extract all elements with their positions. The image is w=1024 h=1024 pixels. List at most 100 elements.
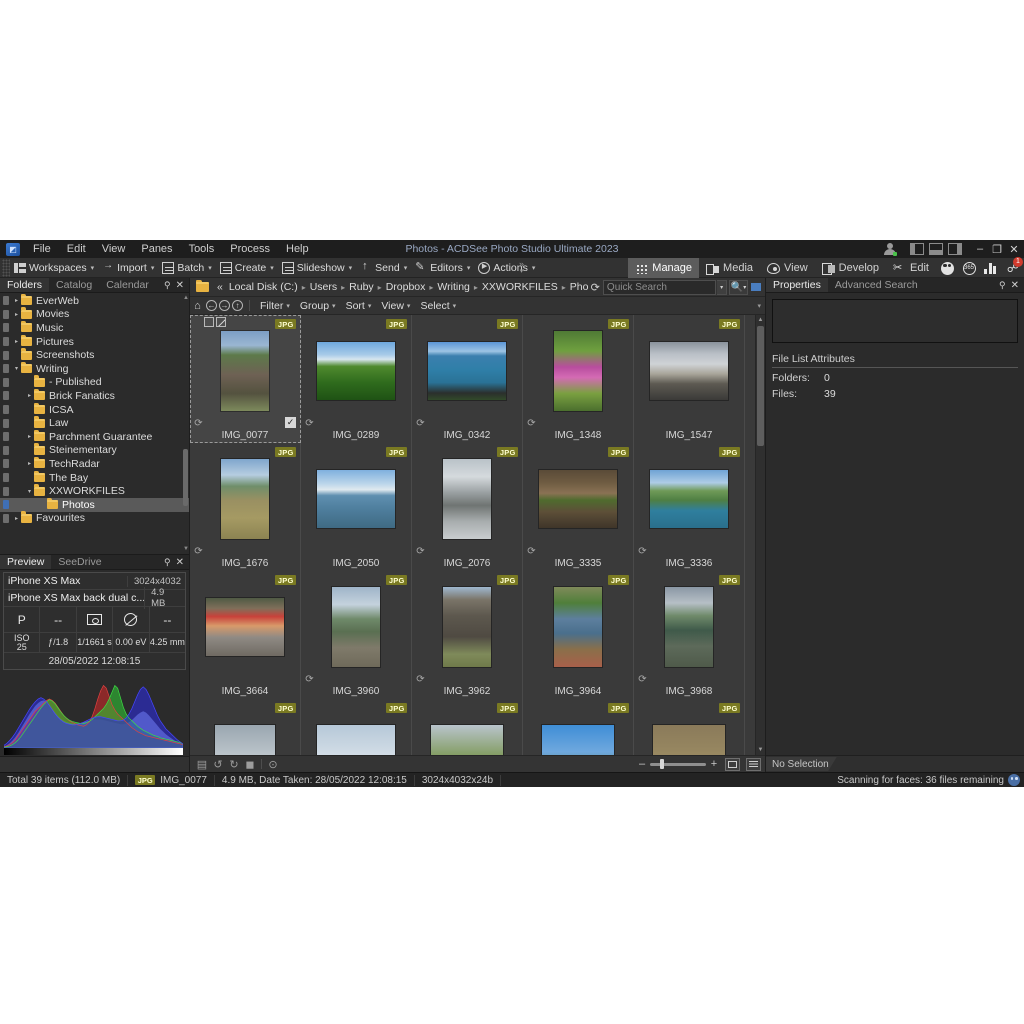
chevron-right-icon[interactable]: ▸ (12, 297, 21, 304)
pane-tab-preview[interactable]: Preview (0, 555, 52, 569)
tree-item-photos[interactable]: Photos (0, 497, 189, 512)
pane-tab-advanced-search[interactable]: Advanced Search (828, 278, 925, 292)
people-icon[interactable] (936, 258, 958, 278)
toolbar-editors-button[interactable]: Editors ▾ (411, 260, 474, 275)
menu-tools[interactable]: Tools (181, 242, 223, 256)
tree-checkbox[interactable] (0, 432, 12, 442)
thumbnail-IMG_3964[interactable]: JPG IMG_3964 (523, 571, 634, 699)
tab-manage[interactable]: Manage (628, 258, 700, 278)
tree-item-techradar[interactable]: ▸ TechRadar (0, 456, 189, 471)
menu-file[interactable]: File (25, 242, 59, 256)
menu-process[interactable]: Process (222, 242, 278, 256)
tree-checkbox[interactable] (0, 445, 12, 455)
tree-scrollbar[interactable]: ▲ ▼ (183, 295, 189, 552)
tree-item-movies[interactable]: ▸ Movies (0, 307, 189, 322)
tree-item-law[interactable]: Law (0, 416, 189, 430)
thumbnail-partial-0[interactable]: JPG (190, 699, 301, 755)
toolbar-grip[interactable] (2, 258, 10, 277)
tree-checkbox[interactable] (0, 350, 12, 360)
thumbnail-IMG_3968[interactable]: JPG ⟳ IMG_3968 (634, 571, 745, 699)
thumbnail-IMG_3664[interactable]: JPG IMG_3664 (190, 571, 301, 699)
rotate-icon[interactable]: ⟳ (193, 418, 204, 429)
rotate-icon[interactable]: ⟳ (637, 674, 648, 685)
tree-checkbox[interactable] (0, 500, 12, 510)
breadcrumb-item[interactable]: Dropbox (383, 281, 429, 293)
tree-checkbox[interactable] (0, 418, 12, 428)
tree-checkbox[interactable] (0, 337, 12, 347)
thumbnail-view-icon[interactable] (725, 757, 740, 771)
chevron-right-icon[interactable]: ▸ (25, 392, 34, 399)
pin-icon[interactable]: ⚲ (999, 280, 1006, 291)
thumbnail-partial-1[interactable]: JPG (301, 699, 412, 755)
tree-checkbox[interactable] (0, 309, 12, 319)
toolbar-batch-button[interactable]: Batch ▾ (158, 261, 215, 275)
chevron-right-icon[interactable]: ▸ (12, 515, 21, 522)
notification-icon[interactable]: ☍ 1 (1002, 257, 1024, 278)
rotate-icon[interactable]: ⟳ (526, 546, 537, 557)
thumbnail-IMG_1676[interactable]: JPG ⟳ IMG_1676 (190, 443, 301, 571)
toolbar-send-button[interactable]: Send ▾ (356, 260, 411, 275)
no-selection-tab[interactable]: No Selection (766, 757, 837, 771)
thumbnail-grid[interactable]: JPG ⟳ ✓ IMG_0077 JPG ⟳ IMG_0289 JPG ⟳ IM… (190, 315, 755, 755)
left-pane-toggle-icon[interactable] (910, 243, 924, 255)
tree-checkbox[interactable] (0, 459, 12, 469)
rotate-icon[interactable]: ⟳ (415, 546, 426, 557)
folder-tree[interactable]: ▸ EverWeb ▸ Movies Music ▸ Pictures Scre… (0, 293, 189, 554)
toolbar-actions-button[interactable]: Actions ▾ (474, 261, 539, 275)
toolbar-overflow-button[interactable]: » ▾ (519, 260, 524, 276)
thumbnail-IMG_0077[interactable]: JPG ⟳ ✓ IMG_0077 (190, 315, 301, 443)
365-icon[interactable]: 365 (958, 258, 980, 278)
pane-tab-calendar[interactable]: Calendar (99, 278, 156, 292)
rotate-icon[interactable]: ⟳ (415, 674, 426, 685)
zoom-in-button[interactable]: + (709, 758, 719, 770)
rotate-icon[interactable]: ⟳ (193, 546, 204, 557)
slash-icon[interactable] (216, 317, 226, 327)
menu-bar[interactable]: File Edit View Panes Tools Process Help (25, 242, 317, 256)
folder-icon[interactable] (196, 279, 209, 292)
search-input[interactable]: Quick Search (602, 279, 716, 295)
filter-menu-view[interactable]: View ▾ (376, 300, 415, 312)
menu-panes[interactable]: Panes (133, 242, 180, 256)
tree-checkbox[interactable] (0, 391, 12, 401)
forward-icon[interactable]: → (219, 300, 230, 311)
rotate-icon[interactable]: ⟳ (415, 418, 426, 429)
home-icon[interactable]: ⌂ (190, 298, 205, 313)
rotate-icon[interactable]: ⟳ (526, 418, 537, 429)
search-icon[interactable]: 🔍 ▾ (729, 279, 748, 295)
thumbnail-IMG_1348[interactable]: JPG ⟳ IMG_1348 (523, 315, 634, 443)
mode-tabs[interactable]: Manage Media View Develop Edit 365 ☍ 1 (628, 257, 1024, 278)
close-icon[interactable]: ✕ (1011, 280, 1019, 291)
tree-item-parchment-guarantee[interactable]: ▸ Parchment Guarantee (0, 429, 189, 444)
chevron-right-icon[interactable]: ▸ (25, 433, 34, 440)
thumbnail-IMG_0342[interactable]: JPG ⟳ IMG_0342 (412, 315, 523, 443)
rotate-right-icon[interactable]: ↻ (226, 757, 242, 771)
tree-checkbox[interactable] (0, 296, 12, 306)
thumbnail-toolbar[interactable] (204, 317, 226, 327)
thumbnail-IMG_2076[interactable]: JPG ⟳ IMG_2076 (412, 443, 523, 571)
tree-item-xxworkfiles[interactable]: ▾ XXWORKFILES (0, 484, 189, 498)
tree-checkbox[interactable] (0, 377, 12, 387)
pin-icon[interactable]: ⚲ (164, 557, 171, 568)
tree-checkbox[interactable] (0, 473, 12, 483)
rotate-left-icon[interactable]: ↺ (210, 757, 226, 771)
list-view-icon[interactable] (746, 757, 761, 771)
restore-button[interactable]: ❐ (989, 240, 1005, 258)
up-icon[interactable]: ↑ (232, 300, 243, 311)
funnel-icon[interactable] (749, 280, 763, 295)
rotate-icon[interactable]: ⟳ (304, 674, 315, 685)
thumbnail-IMG_3335[interactable]: JPG ⟳ IMG_3335 (523, 443, 634, 571)
pane-tab-folders[interactable]: Folders (0, 278, 50, 292)
thumbnail-partial-4[interactable]: JPG (634, 699, 745, 755)
toolbar-slideshow-button[interactable]: Slideshow ▾ (278, 261, 356, 275)
tree-item-the-bay[interactable]: The Bay (0, 470, 189, 485)
thumbnail-IMG_0289[interactable]: JPG ⟳ IMG_0289 (301, 315, 412, 443)
tab-develop[interactable]: Develop (815, 258, 886, 278)
tree-checkbox[interactable] (0, 323, 12, 333)
properties-value-box[interactable] (772, 299, 1018, 343)
tree-item-writing[interactable]: ▾ Writing (0, 361, 189, 376)
zoom-slider[interactable] (650, 759, 706, 769)
breadcrumb-item[interactable]: Ruby (346, 281, 377, 293)
tab-media[interactable]: Media (699, 258, 760, 278)
menu-help[interactable]: Help (278, 242, 317, 256)
close-icon[interactable]: ✕ (176, 280, 184, 291)
